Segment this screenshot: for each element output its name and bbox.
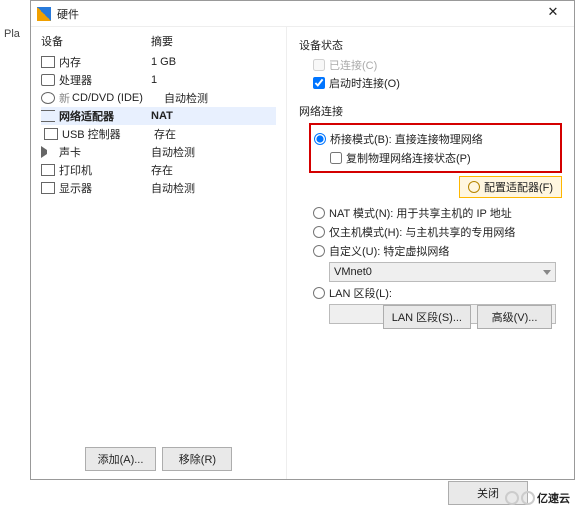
device-name: 网络适配器 (59, 108, 151, 124)
device-summary: 自动检测 (164, 90, 208, 106)
vnet-dropdown[interactable]: VMnet0 (329, 262, 556, 282)
device-icon (41, 182, 55, 194)
hardware-dialog: 硬件 ✕ 设备摘要 内存1 GB处理器1新 CD/DVD (IDE)自动检测网络… (30, 0, 575, 480)
replicate-checkbox[interactable]: 复制物理网络连接状态(P) (330, 150, 560, 166)
device-summary: 自动检测 (151, 144, 195, 160)
advanced-button[interactable]: 高级(V)... (477, 305, 552, 329)
chevron-down-icon (543, 270, 551, 275)
connected-checkbox[interactable]: 已连接(C) (313, 57, 562, 73)
lan-segment-radio[interactable]: LAN 区段(L): (313, 285, 562, 301)
gear-icon (468, 181, 480, 193)
device-summary: 存在 (151, 162, 173, 178)
bridge-radio[interactable]: 桥接模式(B): 直接连接物理网络 (314, 131, 560, 147)
device-row[interactable]: 处理器1 (41, 71, 276, 89)
device-name: CD/DVD (IDE) (72, 92, 164, 104)
dialog-footer: 关闭 (0, 480, 576, 506)
device-row[interactable]: 新 CD/DVD (IDE)自动检测 (41, 89, 276, 107)
device-status-title: 设备状态 (299, 37, 562, 53)
device-row[interactable]: 内存1 GB (41, 53, 276, 71)
device-icon (41, 110, 55, 122)
col-device: 设备 (41, 33, 151, 49)
custom-radio[interactable]: 自定义(U): 特定虚拟网络 (313, 243, 562, 259)
connect-on-start-checkbox[interactable]: 启动时连接(O) (313, 75, 562, 91)
device-name: 显示器 (59, 180, 151, 196)
window-title: 硬件 (57, 6, 538, 22)
watermark: 亿速云 (505, 490, 570, 506)
device-row[interactable]: USB 控制器存在 (41, 125, 276, 143)
add-button[interactable]: 添加(A)... (85, 447, 157, 471)
device-summary: 1 (151, 74, 157, 86)
device-summary: 自动检测 (151, 180, 195, 196)
device-panel: 设备摘要 内存1 GB处理器1新 CD/DVD (IDE)自动检测网络适配器NA… (31, 27, 287, 479)
configure-adapter-button[interactable]: 配置适配器(F) (459, 176, 562, 198)
device-name: 处理器 (59, 72, 151, 88)
device-icon (41, 146, 55, 158)
device-icon (41, 56, 55, 68)
device-list[interactable]: 设备摘要 内存1 GB处理器1新 CD/DVD (IDE)自动检测网络适配器NA… (31, 27, 286, 439)
device-icon (41, 164, 55, 176)
close-icon[interactable]: ✕ (538, 4, 568, 24)
device-name: USB 控制器 (62, 126, 154, 142)
bridge-highlight: 桥接模式(B): 直接连接物理网络 复制物理网络连接状态(P) (309, 123, 562, 173)
device-icon (44, 128, 58, 140)
device-summary: NAT (151, 110, 173, 122)
device-name: 内存 (59, 54, 151, 70)
remove-button[interactable]: 移除(R) (162, 447, 232, 471)
device-name: 声卡 (59, 144, 151, 160)
device-row[interactable]: 网络适配器NAT (41, 107, 276, 125)
device-summary: 1 GB (151, 56, 176, 68)
device-icon (41, 74, 55, 86)
nat-radio[interactable]: NAT 模式(N): 用于共享主机的 IP 地址 (313, 205, 562, 221)
device-summary: 存在 (154, 126, 176, 142)
device-row[interactable]: 声卡自动检测 (41, 143, 276, 161)
vm-icon (37, 7, 51, 21)
titlebar: 硬件 ✕ (31, 1, 574, 27)
settings-panel: 设备状态 已连接(C) 启动时连接(O) 网络连接 桥接模式(B): 直接连接物… (287, 27, 574, 479)
device-name: 打印机 (59, 162, 151, 178)
device-row[interactable]: 打印机存在 (41, 161, 276, 179)
device-icon (41, 92, 55, 104)
background-window-fragment: Pla (0, 24, 24, 44)
lan-segments-button[interactable]: LAN 区段(S)... (383, 305, 471, 329)
network-connection-title: 网络连接 (299, 103, 562, 119)
col-summary: 摘要 (151, 33, 173, 49)
device-row[interactable]: 显示器自动检测 (41, 179, 276, 197)
hostonly-radio[interactable]: 仅主机模式(H): 与主机共享的专用网络 (313, 224, 562, 240)
